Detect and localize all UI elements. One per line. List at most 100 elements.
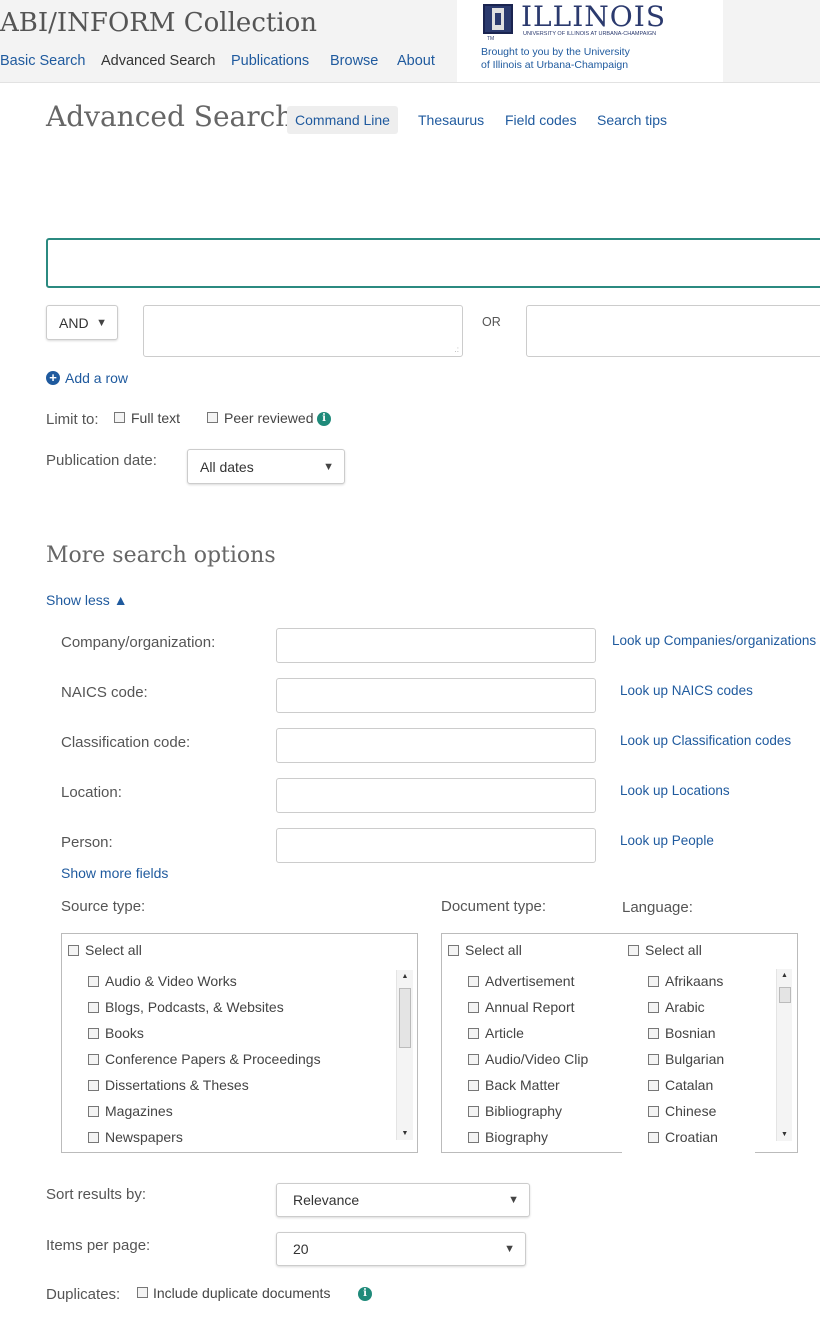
checkbox[interactable] <box>648 1028 659 1039</box>
scroll-down-icon[interactable]: ▼ <box>397 1130 413 1137</box>
checkbox[interactable] <box>88 1002 99 1013</box>
checkbox[interactable] <box>468 1002 479 1013</box>
document-type-label: Document type: <box>441 898 547 915</box>
logo-brought-to-you: Brought to you by the University of Illi… <box>481 46 630 71</box>
sort-label: Sort results by: <box>46 1186 147 1203</box>
more-options-heading: More search options <box>46 543 276 568</box>
show-less-link[interactable]: Show less ▲ <box>46 592 128 608</box>
resize-handle-icon[interactable]: .: <box>455 345 459 354</box>
checkbox[interactable] <box>468 1054 479 1065</box>
nav-advanced-search: Advanced Search <box>101 53 216 69</box>
items-per-page-value: 20 <box>293 1241 309 1257</box>
location-input[interactable] <box>276 778 596 813</box>
classification-input[interactable] <box>276 728 596 763</box>
checkbox[interactable] <box>88 1080 99 1091</box>
scroll-up-icon[interactable]: ▲ <box>777 972 792 979</box>
add-row-link[interactable]: Add a row <box>65 370 128 386</box>
company-input[interactable] <box>276 628 596 663</box>
nav-browse[interactable]: Browse <box>330 53 378 69</box>
publication-date-label: Publication date: <box>46 452 157 469</box>
publication-date-select[interactable]: All dates ▼ <box>187 449 345 484</box>
search-tips-link[interactable]: Search tips <box>597 112 667 128</box>
select-all-checkbox[interactable] <box>68 945 79 956</box>
add-circle-icon[interactable]: + <box>46 371 60 385</box>
chevron-down-icon: ▼ <box>508 1194 519 1206</box>
naics-input[interactable] <box>276 678 596 713</box>
nav-basic-search[interactable]: Basic Search <box>0 53 85 69</box>
page-title: Advanced Search <box>46 100 294 133</box>
peer-reviewed-label[interactable]: Peer reviewed <box>224 410 314 426</box>
show-more-fields-link[interactable]: Show more fields <box>61 865 168 881</box>
language-label: Language: <box>622 899 693 916</box>
scroll-thumb[interactable] <box>779 987 791 1003</box>
naics-label: NAICS code: <box>61 684 148 701</box>
checkbox[interactable] <box>88 1028 99 1039</box>
person-label: Person: <box>61 834 113 851</box>
include-duplicates-label[interactable]: Include duplicate documents <box>153 1285 330 1301</box>
scroll-down-icon[interactable]: ▼ <box>777 1131 792 1138</box>
block-i-icon <box>483 4 513 34</box>
publication-date-value: All dates <box>200 458 254 475</box>
chevron-down-icon: ▼ <box>323 460 334 473</box>
checkbox[interactable] <box>468 1028 479 1039</box>
source-type-label: Source type: <box>61 898 146 915</box>
search-row-or-input[interactable] <box>526 305 820 357</box>
institution-logo[interactable]: ILLINOIS UNIVERSITY OF ILLINOIS AT URBAN… <box>457 0 723 82</box>
scroll-up-icon[interactable]: ▲ <box>397 973 413 980</box>
info-icon[interactable]: i <box>358 1287 372 1301</box>
logo-wordmark: ILLINOIS <box>521 0 667 33</box>
checkbox[interactable] <box>648 1080 659 1091</box>
location-label: Location: <box>61 784 122 801</box>
limit-to-label: Limit to: <box>46 411 99 428</box>
scroll-thumb[interactable] <box>399 988 411 1048</box>
language-list[interactable]: Select all Afrikaans Arabic Bosnian Bulg… <box>622 934 755 1154</box>
lookup-classification-link[interactable]: Look up Classification codes <box>620 733 791 748</box>
lookup-locations-link[interactable]: Look up Locations <box>620 783 730 798</box>
checkbox[interactable] <box>648 1054 659 1065</box>
select-all-checkbox[interactable] <box>448 945 459 956</box>
command-line-button[interactable]: Command Line <box>287 106 398 134</box>
search-row-input[interactable]: .: <box>143 305 463 357</box>
checkbox[interactable] <box>88 1132 99 1143</box>
items-per-page-select[interactable]: 20 ▼ <box>276 1232 526 1266</box>
checkbox[interactable] <box>88 1054 99 1065</box>
source-type-list[interactable]: Select all Audio & Video Works Blogs, Po… <box>61 933 418 1153</box>
checkbox[interactable] <box>88 976 99 987</box>
main-search-input[interactable] <box>46 238 820 288</box>
checkbox[interactable] <box>88 1106 99 1117</box>
full-text-checkbox[interactable] <box>114 412 125 423</box>
items-per-page-label: Items per page: <box>46 1237 151 1254</box>
checkbox[interactable] <box>648 1106 659 1117</box>
duplicates-label: Duplicates: <box>46 1286 121 1303</box>
checkbox[interactable] <box>468 976 479 987</box>
lookup-naics-link[interactable]: Look up NAICS codes <box>620 683 753 698</box>
checkbox[interactable] <box>468 1080 479 1091</box>
boolean-operator-value: AND <box>59 314 89 331</box>
logo-subtitle: UNIVERSITY OF ILLINOIS AT URBANA-CHAMPAI… <box>523 31 657 37</box>
checkbox[interactable] <box>648 1132 659 1143</box>
info-icon[interactable]: i <box>317 412 331 426</box>
thesaurus-link[interactable]: Thesaurus <box>418 112 484 128</box>
source-type-scrollbar[interactable]: ▲ ▼ <box>396 970 413 1140</box>
lookup-people-link[interactable]: Look up People <box>620 833 714 848</box>
language-scrollbar[interactable]: ▲ ▼ <box>776 969 792 1141</box>
or-label: OR <box>482 315 501 329</box>
checkbox[interactable] <box>468 1132 479 1143</box>
field-codes-link[interactable]: Field codes <box>505 112 577 128</box>
person-input[interactable] <box>276 828 596 863</box>
checkbox[interactable] <box>648 976 659 987</box>
sort-select[interactable]: Relevance ▼ <box>276 1183 530 1217</box>
company-label: Company/organization: <box>61 634 216 651</box>
nav-about[interactable]: About <box>397 53 435 69</box>
classification-label: Classification code: <box>61 734 191 751</box>
checkbox[interactable] <box>468 1106 479 1117</box>
lookup-companies-link[interactable]: Look up Companies/organizations <box>612 633 816 648</box>
select-all-checkbox[interactable] <box>628 945 639 956</box>
full-text-label[interactable]: Full text <box>131 410 180 426</box>
peer-reviewed-checkbox[interactable] <box>207 412 218 423</box>
chevron-down-icon: ▼ <box>504 1243 515 1255</box>
include-duplicates-checkbox[interactable] <box>137 1287 148 1298</box>
checkbox[interactable] <box>648 1002 659 1013</box>
boolean-operator-select[interactable]: AND ▼ <box>46 305 118 340</box>
nav-publications[interactable]: Publications <box>231 53 309 69</box>
